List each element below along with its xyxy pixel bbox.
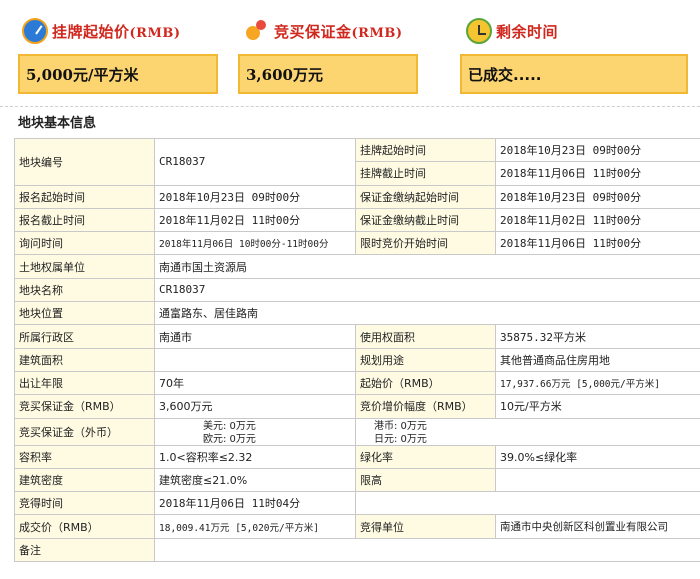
gauge-icon: [22, 18, 48, 44]
cell-value: 3,600万元: [154, 394, 356, 419]
deposit-unit: (RMB): [351, 25, 403, 41]
cell-label: 地块名称: [14, 277, 155, 303]
cell-value: 2018年11月06日 11时00分: [495, 231, 700, 256]
cell-value: 39.0%≤绿化率: [495, 444, 700, 469]
table-row: 出让年限 70年 起始价（RMB） 17,937.66万元 [5,000元/平方…: [14, 370, 700, 396]
cell-label: 地块编号: [14, 138, 155, 186]
cell-label: 限时竞价开始时间: [355, 231, 496, 256]
cell-label: 保证金缴纳起始时间: [355, 184, 496, 209]
cell-value: 35875.32平方米: [495, 324, 700, 349]
cell-label: 使用权面积: [355, 324, 496, 349]
alarm-clock-icon: [466, 18, 492, 44]
cell-value: 建筑密度≤21.0%: [154, 467, 356, 493]
cell-label: 竞价增价幅度（RMB）: [355, 394, 496, 419]
table-row: 竞买保证金（RMB） 3,600万元 竞价增价幅度（RMB） 10元/平方米: [14, 394, 700, 419]
table-row: 土地权属单位 南通市国土资源局: [14, 254, 700, 279]
cell-label: 挂牌截止时间: [355, 161, 496, 186]
remaining-value: 已成交.....: [460, 54, 688, 94]
cell-value: 2018年11月06日 11时04分: [154, 491, 356, 516]
deposit-label: 竞买保证金: [274, 22, 352, 41]
cell-label: 规划用途: [355, 347, 496, 372]
land-info-table: 地块编号 CR18037 挂牌起始时间 2018年10月23日 09时00分 挂…: [14, 137, 700, 563]
cell-value: 17,937.66万元 [5,000元/平方米]: [495, 370, 700, 396]
table-row: 建筑面积 规划用途 其他普通商品住房用地: [14, 347, 700, 372]
cell-value: 2018年11月02日 11时00分: [495, 207, 700, 233]
cell-label: 建筑密度: [14, 467, 155, 493]
cell-label: 竞买保证金（RMB）: [14, 394, 155, 419]
table-row: 地块编号 CR18037 挂牌起始时间 2018年10月23日 09时00分: [14, 137, 700, 186]
cell-label: 询问时间: [14, 231, 155, 256]
coins-hand-icon: [244, 18, 270, 44]
cell-value: 2018年10月23日 09时00分: [154, 184, 356, 209]
cell-label: 报名截止时间: [14, 207, 155, 233]
table-row: 容积率 1.0<容积率≤2.32 绿化率 39.0%≤绿化率: [14, 444, 700, 469]
cell-label: 成交价（RMB）: [14, 514, 155, 539]
cell-label: 建筑面积: [14, 347, 155, 372]
section-title: 地块基本信息: [18, 116, 97, 131]
cell-value: 南通市国土资源局: [154, 254, 700, 279]
cell-value: CR18037: [154, 138, 356, 186]
table-row: 竞买保证金（外币） 美元: 0万元 欧元: 0万元 港币: 0万元 日元: 0万…: [14, 417, 700, 446]
usd-amount: 美元: 0万元: [203, 420, 256, 432]
cell-label: 备注: [14, 537, 155, 563]
table-row: 所属行政区 南通市 使用权面积 35875.32平方米: [14, 324, 700, 349]
table-row: 竞得时间 2018年11月06日 11时04分: [14, 491, 700, 516]
table-row: 备注: [14, 537, 700, 563]
cell-value: 其他普通商品住房用地: [495, 347, 700, 372]
remaining-heading: 剩余时间: [466, 16, 558, 46]
jpy-amount: 日元: 0万元: [374, 433, 427, 445]
cell-value: [355, 491, 700, 516]
cell-value: [495, 467, 700, 493]
cell-label: 挂牌起始时间: [355, 137, 496, 163]
cell-label: 所属行政区: [14, 324, 155, 349]
cell-value: 通富路东、居佳路南: [154, 301, 700, 326]
cell-label: 报名起始时间: [14, 184, 155, 209]
cell-value: 美元: 0万元 欧元: 0万元: [154, 417, 356, 446]
table-row: 报名截止时间 2018年11月02日 11时00分 保证金缴纳截止时间 2018…: [14, 207, 700, 233]
cell-value: 2018年11月02日 11时00分: [154, 207, 356, 233]
table-row: 地块名称 CR18037: [14, 277, 700, 303]
cell-value: [154, 537, 700, 563]
cell-label: 竞买保证金（外币）: [14, 417, 155, 446]
cell-value: [154, 347, 356, 372]
table-row: 建筑密度 建筑密度≤21.0% 限高: [14, 467, 700, 493]
table-row: 报名起始时间 2018年10月23日 09时00分 保证金缴纳起始时间 2018…: [14, 184, 700, 209]
cell-value: 2018年11月06日 10时00分-11时00分: [154, 231, 356, 256]
cell-value: 2018年10月23日 09时00分: [495, 137, 700, 163]
cell-value: 港币: 0万元 日元: 0万元: [355, 417, 700, 446]
cell-value: 10元/平方米: [495, 394, 700, 419]
table-row: 成交价（RMB） 18,009.41万元 [5,020元/平方米] 竞得单位 南…: [14, 514, 700, 539]
start-price-label: 挂牌起始价: [52, 22, 130, 41]
cell-value: 1.0<容积率≤2.32: [154, 444, 356, 469]
hkd-amount: 港币: 0万元: [374, 420, 427, 432]
cell-value: 2018年11月06日 11时00分: [495, 161, 700, 186]
cell-label: 限高: [355, 467, 496, 493]
table-row: 询问时间 2018年11月06日 10时00分-11时00分 限时竞价开始时间 …: [14, 231, 700, 256]
cell-label: 竞得单位: [355, 514, 496, 539]
remaining-label: 剩余时间: [496, 22, 559, 41]
cell-label: 地块位置: [14, 301, 155, 326]
cell-label: 容积率: [14, 444, 155, 469]
table-row: 地块位置 通富路东、居佳路南: [14, 301, 700, 326]
start-price-heading: 挂牌起始价(RMB): [22, 16, 181, 46]
cell-label: 绿化率: [355, 444, 496, 469]
cell-value: 南通市中央创新区科创置业有限公司: [495, 514, 700, 539]
cell-value: 南通市: [154, 324, 356, 349]
start-price-value: 5,000元/平方米: [18, 54, 218, 94]
cell-label: 起始价（RMB）: [355, 370, 496, 396]
cell-value: 2018年10月23日 09时00分: [495, 184, 700, 209]
cell-value: CR18037: [154, 277, 700, 303]
divider: [0, 106, 700, 107]
cell-label: 保证金缴纳截止时间: [355, 207, 496, 233]
cell-label: 竞得时间: [14, 491, 155, 516]
cell-value: 18,009.41万元 [5,020元/平方米]: [154, 514, 356, 539]
cell-value: 70年: [154, 370, 356, 396]
deposit-value: 3,600万元: [238, 54, 418, 94]
cell-label: 土地权属单位: [14, 254, 155, 279]
cell-label: 出让年限: [14, 370, 155, 396]
eur-amount: 欧元: 0万元: [203, 433, 256, 445]
deposit-heading: 竞买保证金(RMB): [244, 16, 403, 46]
start-price-unit: (RMB): [129, 25, 181, 41]
summary-header: 挂牌起始价(RMB) 竞买保证金(RMB) 剩余时间 5,000元/平方米 3,…: [0, 0, 700, 106]
